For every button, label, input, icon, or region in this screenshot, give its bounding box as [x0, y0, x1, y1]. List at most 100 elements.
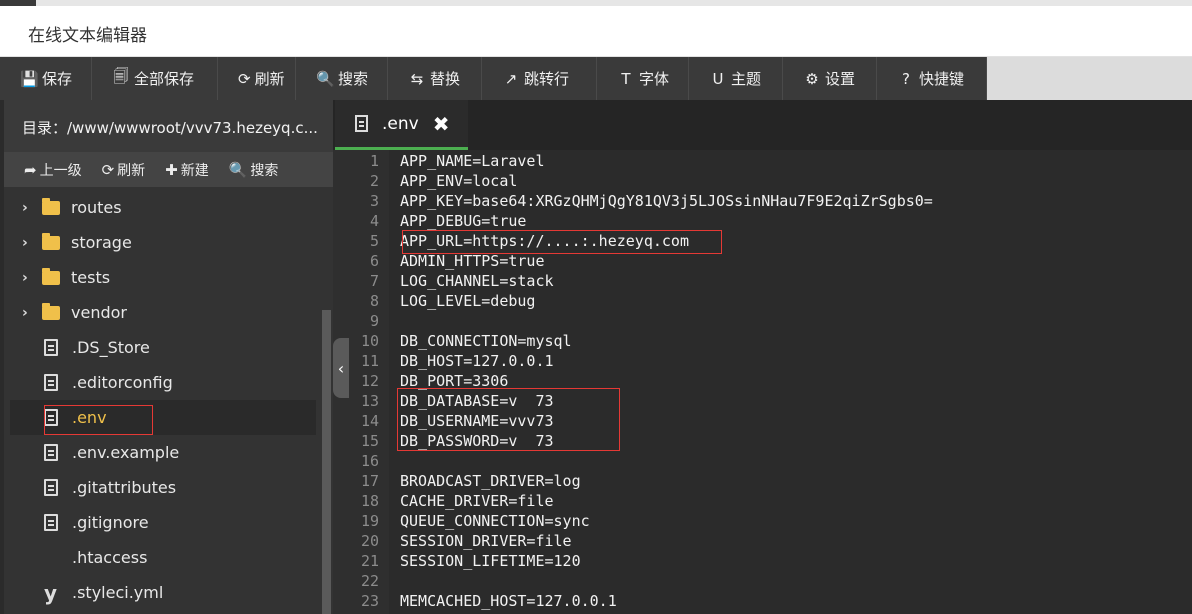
code-line[interactable]: 16: [333, 451, 1192, 471]
toolbar-button-label: 全部保存: [134, 70, 195, 88]
up-level-icon: ➦: [24, 160, 37, 179]
file-tree: › routes › storage › tests › vendor .DS_Store .ed…: [4, 187, 333, 614]
theme-icon: U: [712, 69, 724, 88]
sidebar-search-button[interactable]: 🔍 搜索: [229, 160, 279, 180]
folder-item[interactable]: › storage: [10, 225, 316, 260]
code-text: ADMIN_HTTPS=true: [400, 252, 545, 270]
directory-path: 目录：/www/wwwroot/vvv73.hezeyq.c...: [4, 100, 333, 152]
toolbar-replace-button[interactable]: ⇆ 替换: [388, 57, 482, 100]
code-line[interactable]: 17 BROADCAST_DRIVER=log: [333, 471, 1192, 491]
line-number: 16: [360, 452, 379, 470]
toolbar-save-button[interactable]: 💾 保存: [0, 57, 92, 100]
file-icon: [44, 479, 58, 496]
file-item[interactable]: .DS_Store: [10, 330, 316, 365]
file-sidebar: 目录：/www/wwwroot/vvv73.hezeyq.c... ➦ 上一级 ⟳ 刷…: [4, 100, 333, 614]
env-file-highlight-box: [44, 405, 153, 435]
sidebar-new-button[interactable]: ✚ 新建: [165, 160, 209, 180]
toolbar-button-label: 设置: [825, 70, 856, 88]
file-icon: [44, 444, 58, 461]
toolbar-goto-line-button[interactable]: ↗ 跳转行: [482, 57, 597, 100]
toolbar-save-all-button[interactable]: 🗐 全部保存: [92, 57, 218, 100]
line-number: 18: [360, 492, 379, 510]
file-name: .env.example: [72, 443, 180, 462]
code-line[interactable]: 2 APP_ENV=local: [333, 171, 1192, 191]
code-text: BROADCAST_DRIVER=log: [400, 472, 581, 490]
code-text: SESSION_LIFETIME=120: [400, 552, 581, 570]
file-name: storage: [71, 233, 132, 252]
file-item[interactable]: .htaccess: [10, 540, 316, 575]
close-icon[interactable]: ✖: [433, 112, 450, 136]
code-line[interactable]: 19 QUEUE_CONNECTION=sync: [333, 511, 1192, 531]
file-item[interactable]: .env.example: [10, 435, 316, 470]
sidebar-scrollbar[interactable]: [322, 310, 331, 614]
file-name: .editorconfig: [72, 373, 173, 392]
file-item[interactable]: .editorconfig: [10, 365, 316, 400]
code-line[interactable]: 9: [333, 311, 1192, 331]
chevron-right-icon[interactable]: ›: [22, 305, 42, 321]
save-all-icon: 🗐: [113, 67, 129, 85]
code-line[interactable]: 11 DB_HOST=127.0.0.1: [333, 351, 1192, 371]
file-item[interactable]: .gitattributes: [10, 470, 316, 505]
save-icon: 💾: [20, 69, 39, 88]
file-name: .gitignore: [72, 513, 149, 532]
code-line[interactable]: 18 CACHE_DRIVER=file: [333, 491, 1192, 511]
folder-icon: [42, 197, 60, 215]
sidebar-tool-label: 上一级: [39, 162, 82, 179]
line-number: 20: [360, 532, 379, 550]
code-line[interactable]: 4 APP_DEBUG=true: [333, 211, 1192, 231]
file-name: vendor: [71, 303, 127, 322]
code-text: MEMCACHED_HOST=127.0.0.1: [400, 592, 617, 610]
toolbar-search-button[interactable]: 🔍 搜索: [296, 57, 388, 100]
code-line[interactable]: 8 LOG_LEVEL=debug: [333, 291, 1192, 311]
toolbar-refresh-button[interactable]: ⟳ 刷新: [218, 57, 296, 100]
toolbar-shortcut-button[interactable]: ? 快捷键: [877, 57, 987, 100]
code-line[interactable]: 3 APP_KEY=base64:XRGzQHMjQgY81QV3j5LJOSsi…: [333, 191, 1192, 211]
code-text: APP_ENV=local: [400, 172, 518, 190]
line-number: 5: [369, 232, 379, 250]
chevron-right-icon[interactable]: ›: [22, 235, 42, 251]
folder-item[interactable]: › vendor: [10, 295, 316, 330]
line-number: 22: [360, 572, 379, 590]
code-line[interactable]: 20 SESSION_DRIVER=file: [333, 531, 1192, 551]
code-editor[interactable]: 1 APP_NAME=Laravel 2 APP_ENV=local 3 APP_KEY=…: [333, 150, 1192, 614]
file-item[interactable]: .gitignore: [10, 505, 316, 540]
refresh-icon: ⟳: [101, 160, 115, 179]
code-text: APP_NAME=Laravel: [400, 152, 545, 170]
line-number: 17: [360, 472, 379, 490]
code-line[interactable]: 6 ADMIN_HTTPS=true: [333, 251, 1192, 271]
replace-icon: ⇆: [410, 69, 424, 88]
line-number: 2: [369, 172, 379, 190]
chevron-right-icon[interactable]: ›: [22, 200, 42, 216]
code-text: LOG_CHANNEL=stack: [400, 272, 554, 290]
chevron-right-icon[interactable]: ›: [22, 270, 42, 286]
line-number: 15: [360, 432, 379, 450]
toolbar-theme-button[interactable]: U 主题: [689, 57, 783, 100]
tab-env[interactable]: .env ✖: [335, 100, 468, 150]
toolbar-button-label: 主题: [731, 70, 762, 88]
folder-item[interactable]: › tests: [10, 260, 316, 295]
sidebar-tool-label: 刷新: [117, 162, 146, 179]
code-line[interactable]: 23 MEMCACHED_HOST=127.0.0.1: [333, 591, 1192, 611]
code-line[interactable]: 10 DB_CONNECTION=mysql: [333, 331, 1192, 351]
code-text: LOG_LEVEL=debug: [400, 292, 536, 310]
collapse-sidebar-button[interactable]: ‹: [333, 338, 349, 398]
toolbar-font-button[interactable]: T 字体: [597, 57, 689, 100]
folder-icon: [42, 267, 60, 285]
sidebar-refresh-button[interactable]: ⟳ 刷新: [102, 160, 146, 180]
toolbar: 💾 保存 🗐 全部保存 ⟳ 刷新 🔍 搜索 ⇆ 替换 ↗ 跳转行 T 字体 U 主题 ⚙ 设置? 快捷键: [0, 57, 1192, 100]
file-item[interactable]: y .styleci.yml: [10, 575, 316, 610]
sidebar-up-level-button[interactable]: ➦ 上一级: [24, 160, 82, 180]
line-number: 21: [360, 552, 379, 570]
toolbar-settings-button[interactable]: ⚙ 设置: [783, 57, 877, 100]
folder-item[interactable]: › routes: [10, 190, 316, 225]
code-line[interactable]: 7 LOG_CHANNEL=stack: [333, 271, 1192, 291]
code-line[interactable]: 1 APP_NAME=Laravel: [333, 151, 1192, 171]
code-text: APP_KEY=base64:XRGzQHMjQgY81QV3j5LJOSsin…: [400, 192, 933, 210]
sidebar-tool-label: 新建: [180, 162, 209, 179]
file-icon: [44, 374, 58, 391]
line-number: 6: [369, 252, 379, 270]
code-line[interactable]: 21 SESSION_LIFETIME=120: [333, 551, 1192, 571]
code-line[interactable]: 22: [333, 571, 1192, 591]
tab-label: .env: [382, 113, 419, 134]
db-credentials-highlight-box: [397, 388, 620, 451]
